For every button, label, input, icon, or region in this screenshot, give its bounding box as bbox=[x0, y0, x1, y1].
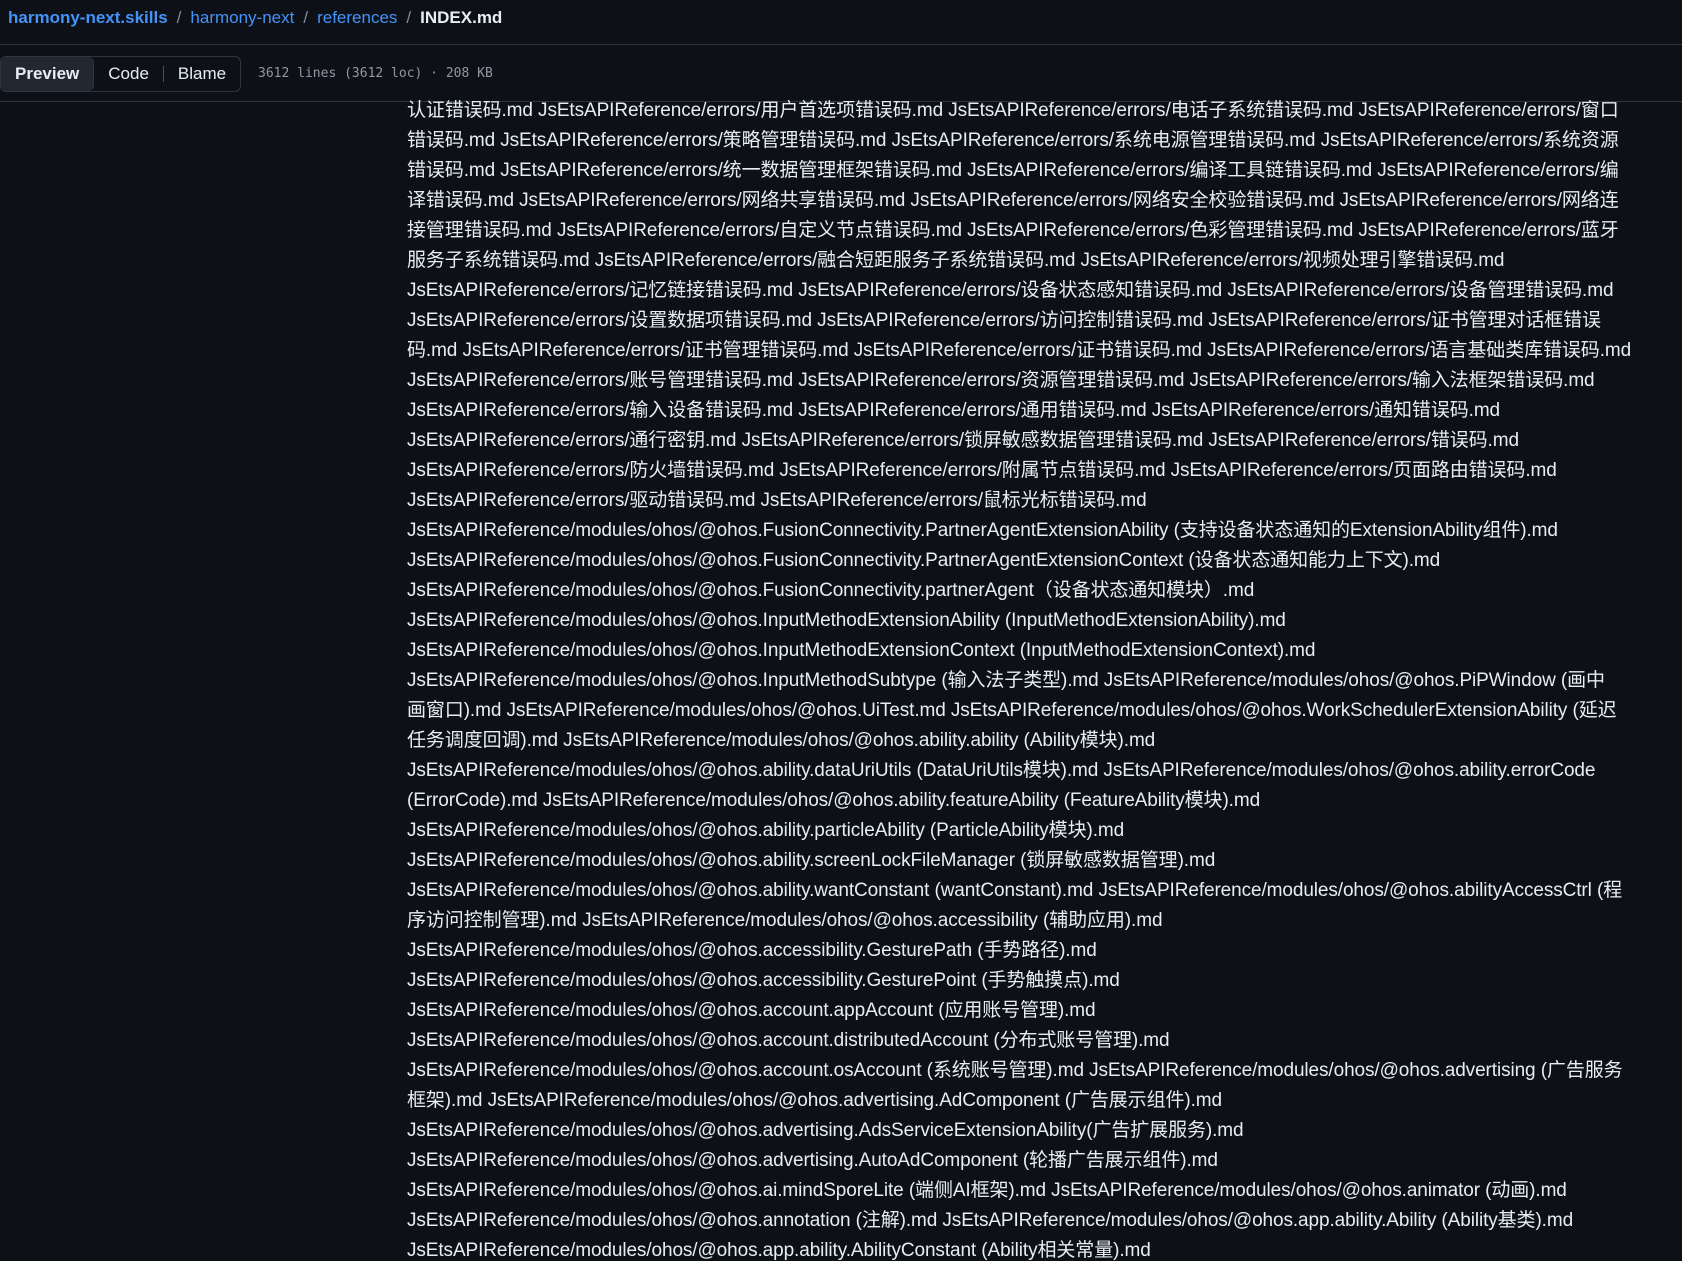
content-line: JsEtsAPIReference/errors/通行密钥.md JsEtsAP… bbox=[407, 430, 1519, 451]
content-line: JsEtsAPIReference/errors/驱动错误码.md JsEtsA… bbox=[407, 490, 1147, 511]
content-line: 错误码.md JsEtsAPIReference/errors/策略管理错误码.… bbox=[407, 130, 1619, 151]
content-line: JsEtsAPIReference/modules/ohos/@ohos.Inp… bbox=[407, 640, 1316, 661]
content-line: 框架).md JsEtsAPIReference/modules/ohos/@o… bbox=[407, 1090, 1222, 1111]
content-line: JsEtsAPIReference/modules/ohos/@ohos.abi… bbox=[407, 820, 1125, 841]
content-line: JsEtsAPIReference/modules/ohos/@ohos.abi… bbox=[407, 760, 1596, 781]
content-line: JsEtsAPIReference/modules/ohos/@ohos.abi… bbox=[407, 850, 1216, 871]
content-line: JsEtsAPIReference/errors/设置数据项错误码.md JsE… bbox=[407, 310, 1601, 331]
content-line: JsEtsAPIReference/modules/ohos/@ohos.app… bbox=[407, 1240, 1151, 1261]
breadcrumb-separator: / bbox=[303, 8, 309, 27]
content-line: 认证错误码.md JsEtsAPIReference/errors/用户首选项错… bbox=[407, 100, 1619, 121]
file-toolbar: Preview Code Blame 3612 lines (3612 loc)… bbox=[0, 45, 1682, 102]
file-header: harmony-next.skills / harmony-next / referen… bbox=[0, 0, 1682, 45]
content-line: JsEtsAPIReference/modules/ohos/@ohos.acc… bbox=[407, 1030, 1170, 1051]
content-line: (ErrorCode).md JsEtsAPIReference/modules… bbox=[407, 790, 1261, 811]
tab-preview[interactable]: Preview bbox=[1, 57, 95, 91]
content-line: 画窗口).md JsEtsAPIReference/modules/ohos/@… bbox=[407, 700, 1617, 721]
content-line: JsEtsAPIReference/modules/ohos/@ohos.acc… bbox=[407, 940, 1097, 961]
content-line: JsEtsAPIReference/modules/ohos/@ohos.acc… bbox=[407, 1000, 1096, 1021]
content-line: JsEtsAPIReference/modules/ohos/@ohos.adv… bbox=[407, 1150, 1218, 1171]
content-line: 序访问控制管理).md JsEtsAPIReference/modules/oh… bbox=[407, 910, 1163, 931]
content-line: JsEtsAPIReference/modules/ohos/@ohos.ai.… bbox=[407, 1180, 1567, 1201]
breadcrumb-separator: / bbox=[176, 8, 182, 27]
content-line: JsEtsAPIReference/modules/ohos/@ohos.Fus… bbox=[407, 580, 1255, 601]
content-line: JsEtsAPIReference/modules/ohos/@ohos.Inp… bbox=[407, 610, 1286, 631]
content-line: JsEtsAPIReference/errors/记忆链接错误码.md JsEt… bbox=[407, 280, 1614, 301]
breadcrumb-separator: / bbox=[406, 8, 412, 27]
breadcrumb: harmony-next.skills / harmony-next / referen… bbox=[8, 8, 502, 28]
breadcrumb-current-file: INDEX.md bbox=[420, 8, 503, 27]
content-line: JsEtsAPIReference/modules/ohos/@ohos.abi… bbox=[407, 880, 1623, 901]
content-line: JsEtsAPIReference/modules/ohos/@ohos.Fus… bbox=[407, 550, 1441, 571]
content-line: JsEtsAPIReference/modules/ohos/@ohos.ann… bbox=[407, 1210, 1574, 1231]
breadcrumb-folder-harmony-next-link[interactable]: harmony-next bbox=[190, 8, 294, 27]
content-line: JsEtsAPIReference/modules/ohos/@ohos.adv… bbox=[407, 1120, 1244, 1141]
breadcrumb-folder-references-link[interactable]: references bbox=[317, 8, 397, 27]
view-mode-segmented-control: Preview Code Blame bbox=[0, 56, 242, 92]
breadcrumb-repo-link[interactable]: harmony-next.skills bbox=[8, 8, 168, 27]
content-line: 接管理错误码.md JsEtsAPIReference/errors/自定义节点… bbox=[407, 220, 1619, 241]
content-line: JsEtsAPIReference/errors/账号管理错误码.md JsEt… bbox=[407, 370, 1595, 391]
content-line: 译错误码.md JsEtsAPIReference/errors/网络共享错误码… bbox=[407, 190, 1619, 211]
content-line: 任务调度回调).md JsEtsAPIReference/modules/oho… bbox=[407, 730, 1156, 751]
markdown-preview-body: 认证错误码.md JsEtsAPIReference/errors/用户首选项错… bbox=[407, 96, 1675, 1261]
content-line: JsEtsAPIReference/errors/防火墙错误码.md JsEts… bbox=[407, 460, 1557, 481]
content-line: JsEtsAPIReference/modules/ohos/@ohos.acc… bbox=[407, 1060, 1623, 1081]
tab-code[interactable]: Code bbox=[94, 57, 163, 91]
content-line: 错误码.md JsEtsAPIReference/errors/统一数据管理框架… bbox=[407, 160, 1619, 181]
tab-blame[interactable]: Blame bbox=[164, 57, 240, 91]
content-line: JsEtsAPIReference/modules/ohos/@ohos.Fus… bbox=[407, 520, 1558, 541]
file-info-text: 3612 lines (3612 loc) · 208 KB bbox=[258, 66, 493, 81]
content-line: JsEtsAPIReference/modules/ohos/@ohos.acc… bbox=[407, 970, 1120, 991]
content-line: 码.md JsEtsAPIReference/errors/证书管理错误码.md… bbox=[407, 340, 1632, 361]
content-line: 服务子系统错误码.md JsEtsAPIReference/errors/融合短… bbox=[407, 250, 1505, 271]
content-line: JsEtsAPIReference/modules/ohos/@ohos.Inp… bbox=[407, 670, 1605, 691]
content-line: JsEtsAPIReference/errors/输入设备错误码.md JsEt… bbox=[407, 400, 1501, 421]
